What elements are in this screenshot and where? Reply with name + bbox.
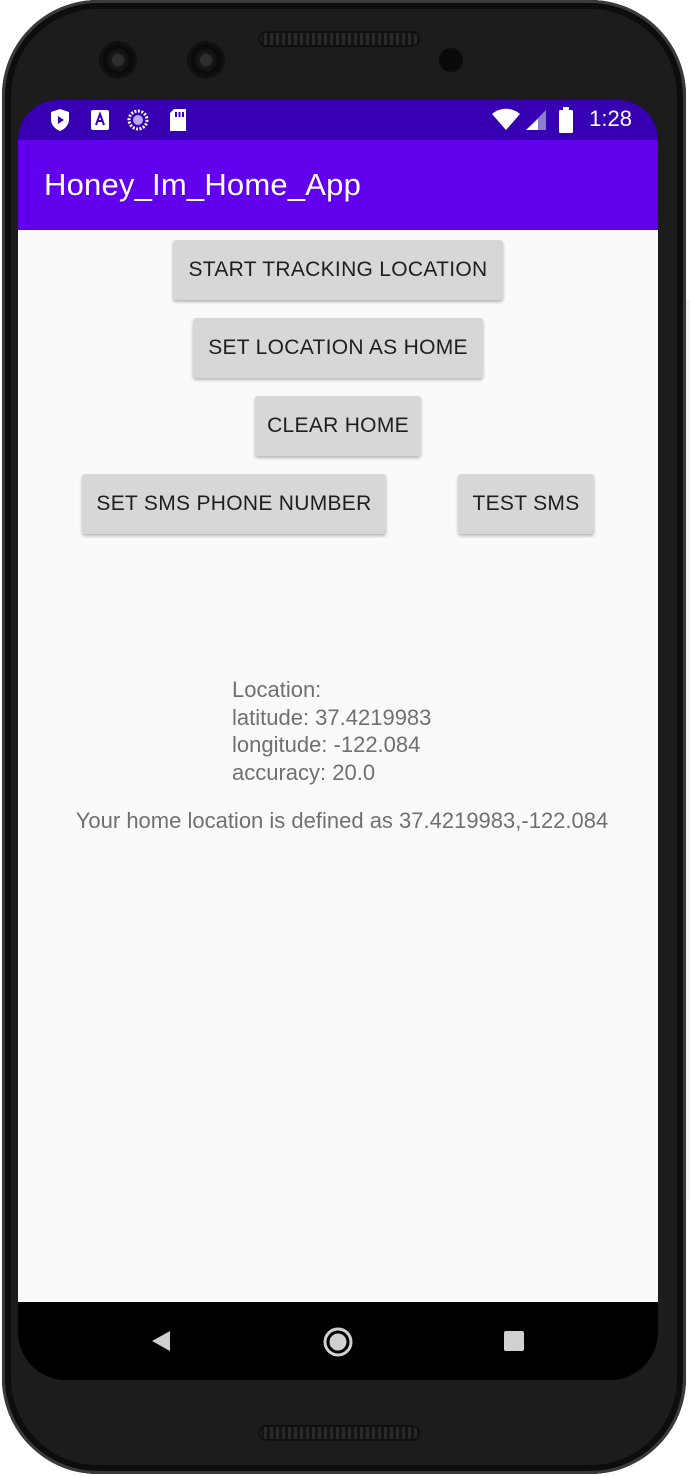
home-location-text: Your home location is defined as 37.4219… — [75, 808, 609, 833]
navigation-bar — [18, 1302, 658, 1380]
start-tracking-button[interactable]: START TRACKING LOCATION — [173, 240, 503, 300]
set-home-button[interactable]: SET LOCATION AS HOME — [193, 318, 483, 378]
front-camera-icon — [101, 43, 135, 77]
location-heading: Location: — [232, 677, 322, 702]
location-info: Location: latitude: 37.4219983 longitude… — [232, 676, 431, 786]
test-sms-button[interactable]: TEST SMS — [458, 474, 594, 534]
back-icon[interactable] — [144, 1324, 178, 1358]
shield-play-icon — [48, 108, 72, 132]
app-title: Honey_Im_Home_App — [44, 167, 362, 202]
set-sms-phone-number-button[interactable]: SET SMS PHONE NUMBER — [82, 474, 386, 534]
front-camera-icon — [189, 43, 223, 77]
main-content: START TRACKING LOCATION SET LOCATION AS … — [18, 230, 658, 1302]
phone-frame: 1:28 Honey_Im_Home_App START TRACKING LO… — [0, 0, 690, 1476]
longitude-text: longitude: -122.084 — [232, 732, 421, 757]
font-a-icon — [88, 108, 112, 132]
clear-home-button[interactable]: CLEAR HOME — [255, 396, 421, 456]
recents-icon[interactable] — [496, 1324, 532, 1358]
device-screen: 1:28 Honey_Im_Home_App START TRACKING LO… — [18, 100, 658, 1380]
sd-card-icon — [166, 108, 190, 132]
bottom-speaker — [258, 1425, 420, 1441]
cell-signal-icon — [524, 108, 548, 132]
latitude-text: latitude: 37.4219983 — [232, 704, 432, 730]
earpiece-speaker — [258, 31, 420, 47]
circle-progress-icon — [126, 108, 150, 132]
proximity-sensor — [439, 48, 463, 72]
status-bar: 1:28 — [18, 100, 658, 140]
wifi-icon — [490, 108, 522, 132]
status-clock: 1:28 — [589, 106, 632, 131]
battery-icon — [556, 107, 576, 133]
accuracy-text: accuracy: 20.0 — [232, 759, 376, 785]
home-icon[interactable] — [320, 1324, 356, 1360]
app-bar: Honey_Im_Home_App — [18, 140, 658, 230]
